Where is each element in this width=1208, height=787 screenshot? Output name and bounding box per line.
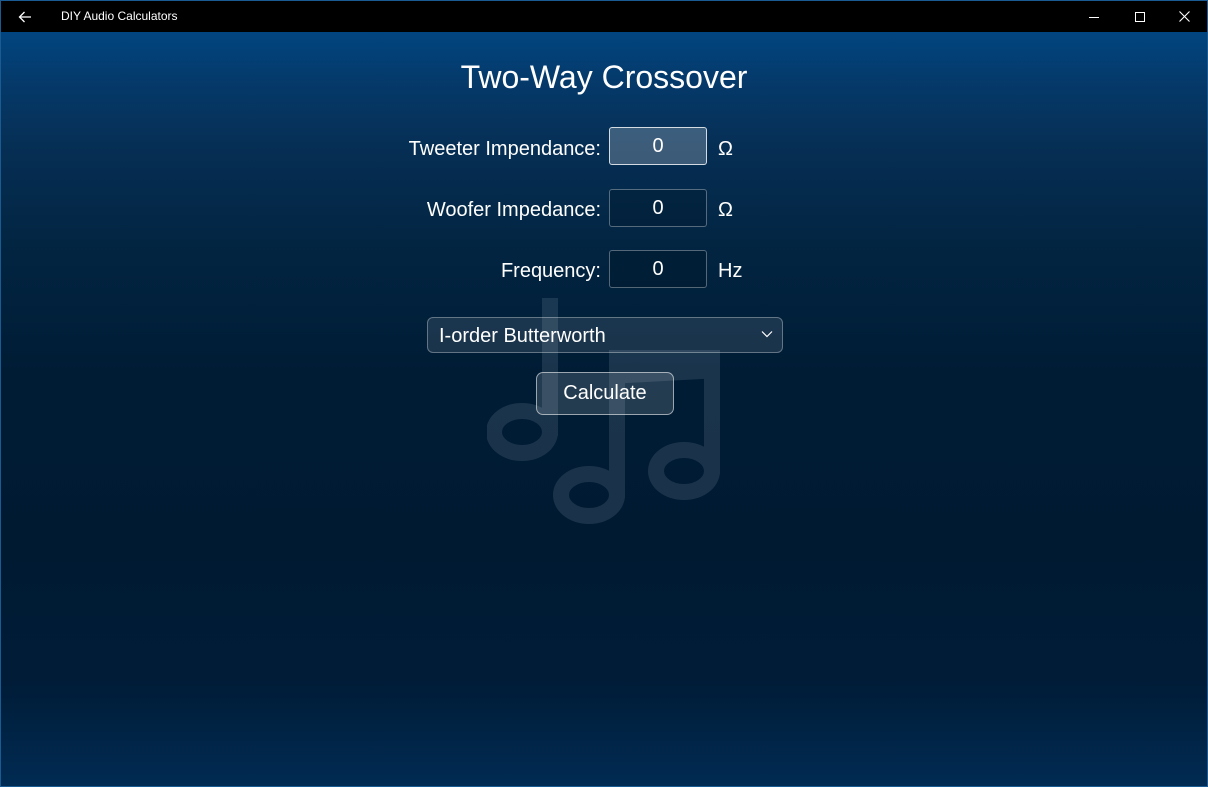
close-icon bbox=[1178, 11, 1190, 22]
frequency-label: Frequency: bbox=[500, 260, 601, 282]
app-window: DIY Audio Calculators Two-Way Crossover … bbox=[0, 0, 1208, 787]
back-arrow-icon bbox=[18, 11, 31, 22]
minimize-button[interactable] bbox=[1071, 1, 1117, 32]
tweeter-impedance-label: Tweeter Impendance: bbox=[408, 138, 601, 160]
window-title: DIY Audio Calculators bbox=[61, 9, 178, 23]
woofer-impedance-unit: Ω bbox=[718, 199, 733, 221]
woofer-impedance-label: Woofer Impedance: bbox=[426, 199, 601, 221]
maximize-button[interactable] bbox=[1117, 1, 1163, 32]
woofer-impedance-input[interactable] bbox=[609, 189, 707, 227]
main-content: Two-Way Crossover Tweeter Impendance: Ω … bbox=[1, 32, 1207, 786]
maximize-icon bbox=[1135, 11, 1145, 22]
frequency-unit: Hz bbox=[718, 260, 743, 282]
filter-type-dropdown[interactable]: I-order Butterworth bbox=[427, 317, 783, 353]
title-bar: DIY Audio Calculators bbox=[1, 1, 1207, 32]
calculate-button[interactable]: Calculate bbox=[536, 372, 674, 415]
filter-type-selected: I-order Butterworth bbox=[439, 325, 606, 347]
frequency-input[interactable] bbox=[609, 250, 707, 288]
minimize-icon bbox=[1089, 16, 1099, 18]
back-button[interactable] bbox=[9, 1, 41, 32]
chevron-down-icon bbox=[761, 331, 773, 338]
close-button[interactable] bbox=[1161, 1, 1207, 32]
tweeter-impedance-unit: Ω bbox=[718, 138, 733, 160]
page-title: Two-Way Crossover bbox=[460, 59, 748, 95]
tweeter-impedance-input[interactable] bbox=[609, 127, 707, 165]
